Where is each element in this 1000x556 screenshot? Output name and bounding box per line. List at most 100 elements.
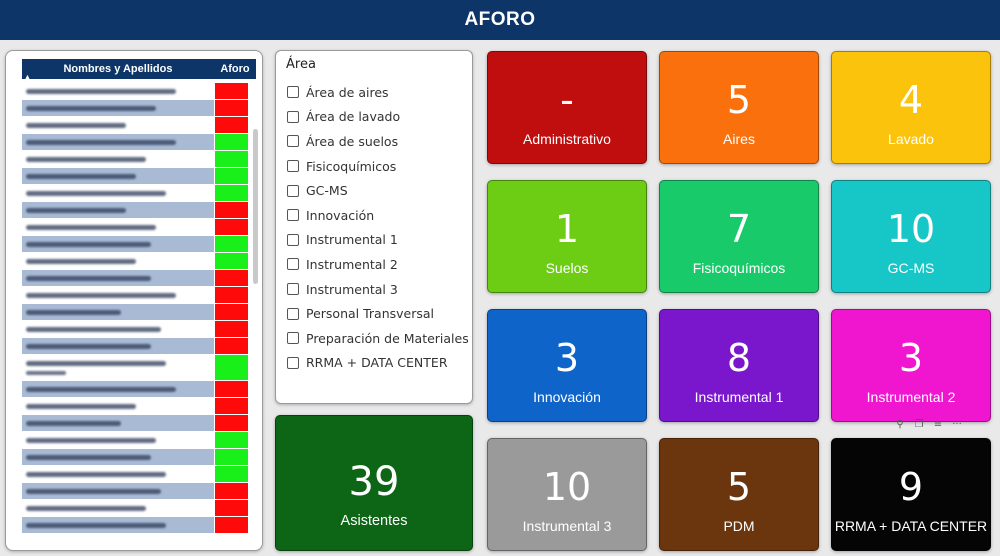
table-row[interactable] xyxy=(22,83,256,100)
aforo-status-cell xyxy=(214,83,248,99)
table-scrollbar[interactable] xyxy=(253,129,258,284)
checkbox[interactable] xyxy=(287,233,299,246)
area-card[interactable]: 10 Instrumental 3 xyxy=(487,438,647,551)
redacted-name-cell xyxy=(22,398,214,414)
redacted-name xyxy=(26,327,161,332)
aforo-status-cell xyxy=(214,415,248,431)
table-row[interactable] xyxy=(22,100,256,117)
table-row[interactable] xyxy=(22,304,256,321)
redacted-name xyxy=(26,123,126,128)
slicer-item[interactable]: Innovación xyxy=(287,203,469,228)
table-row[interactable] xyxy=(22,517,256,534)
checkbox[interactable] xyxy=(287,160,299,173)
page-header: AFORO xyxy=(0,0,1000,40)
slicer-item[interactable]: Instrumental 1 xyxy=(287,228,469,253)
area-card[interactable]: 7 Fisicoquímicos xyxy=(659,180,819,293)
table-row[interactable] xyxy=(22,134,256,151)
area-card-label: GC-MS xyxy=(887,260,935,276)
area-card[interactable]: 1 Suelos xyxy=(487,180,647,293)
slicer-item[interactable]: Preparación de Materiales xyxy=(287,326,469,351)
column-header-name[interactable]: Nombres y Apellidos ▲ xyxy=(22,59,214,81)
redacted-name xyxy=(26,387,176,392)
aforo-status-cell xyxy=(214,151,248,167)
checkbox[interactable] xyxy=(287,209,299,222)
area-card[interactable]: 10 GC-MS xyxy=(831,180,991,293)
table-row[interactable] xyxy=(22,270,256,287)
slicer-item[interactable]: Área de aires xyxy=(287,80,469,105)
checkbox[interactable] xyxy=(287,258,299,271)
redacted-name-cell xyxy=(22,415,214,431)
table-row[interactable] xyxy=(22,117,256,134)
checkbox[interactable] xyxy=(287,332,299,345)
area-card[interactable]: 5 Aires xyxy=(659,51,819,164)
redacted-name-cell xyxy=(22,236,214,252)
checkbox[interactable] xyxy=(287,135,299,148)
table-row[interactable] xyxy=(22,483,256,500)
slicer-item-label: Innovación xyxy=(306,207,375,223)
pin-icon[interactable]: ⚲ xyxy=(894,419,906,430)
table-row[interactable] xyxy=(22,321,256,338)
asistentes-card: 39 Asistentes xyxy=(275,415,473,551)
checkbox[interactable] xyxy=(287,86,299,99)
slicer-item[interactable]: Área de suelos xyxy=(287,129,469,154)
aforo-status-cell xyxy=(214,117,248,133)
table-row[interactable] xyxy=(22,185,256,202)
filter-icon[interactable]: ≡ xyxy=(932,419,944,430)
area-card[interactable]: 3 Innovación xyxy=(487,309,647,422)
more-options-icon[interactable]: ··· xyxy=(951,419,963,430)
table-row[interactable] xyxy=(22,236,256,253)
slicer-item-label: Instrumental 1 xyxy=(306,232,398,248)
slicer-item-label: Instrumental 2 xyxy=(306,256,398,272)
table-row[interactable] xyxy=(22,466,256,483)
area-card[interactable]: 8 Instrumental 1 xyxy=(659,309,819,422)
area-card[interactable]: - Administrativo xyxy=(487,51,647,164)
table-row[interactable] xyxy=(22,355,256,381)
page-title: AFORO xyxy=(464,9,536,30)
table-row[interactable] xyxy=(22,500,256,517)
slicer-item[interactable]: Instrumental 3 xyxy=(287,277,469,302)
slicer-item-label: Personal Transversal xyxy=(306,306,435,322)
redacted-name xyxy=(26,455,151,460)
table-row[interactable] xyxy=(22,338,256,355)
checkbox[interactable] xyxy=(287,307,299,320)
copy-icon[interactable]: ❐ xyxy=(913,419,925,430)
table-row[interactable] xyxy=(22,415,256,432)
slicer-item[interactable]: Personal Transversal xyxy=(287,301,469,326)
checkbox[interactable] xyxy=(287,356,299,369)
area-card[interactable]: 4 Lavado xyxy=(831,51,991,164)
table-row[interactable] xyxy=(22,202,256,219)
table-row[interactable] xyxy=(22,151,256,168)
redacted-name-cell xyxy=(22,117,214,133)
slicer-item[interactable]: RRMA + DATA CENTER xyxy=(287,351,469,376)
table-row[interactable] xyxy=(22,398,256,415)
checkbox[interactable] xyxy=(287,110,299,123)
table-row[interactable] xyxy=(22,381,256,398)
table-row[interactable] xyxy=(22,168,256,185)
redacted-name xyxy=(26,421,121,426)
slicer-item[interactable]: GC-MS xyxy=(287,178,469,203)
table-row[interactable] xyxy=(22,287,256,304)
area-card[interactable]: 9 RRMA + DATA CENTER xyxy=(831,438,991,551)
area-card-label: Suelos xyxy=(545,260,589,276)
redacted-name xyxy=(26,174,136,179)
slicer-item-label: Área de suelos xyxy=(306,133,399,149)
table-row[interactable] xyxy=(22,219,256,236)
table-row[interactable] xyxy=(22,253,256,270)
slicer-item[interactable]: Fisicoquímicos xyxy=(287,154,469,179)
table-row[interactable] xyxy=(22,432,256,449)
checkbox[interactable] xyxy=(287,184,299,197)
aforo-status-cell xyxy=(214,432,248,448)
column-header-aforo[interactable]: Aforo xyxy=(214,59,256,79)
aforo-status-cell xyxy=(214,270,248,286)
area-card[interactable]: 5 PDM xyxy=(659,438,819,551)
redacted-name-cell xyxy=(22,466,214,482)
sort-ascending-icon[interactable]: ▲ xyxy=(24,74,31,81)
table-row[interactable] xyxy=(22,449,256,466)
area-card-value: 4 xyxy=(898,78,924,122)
slicer-item[interactable]: Instrumental 2 xyxy=(287,252,469,277)
redacted-name-cell xyxy=(22,151,214,167)
area-card-value: 9 xyxy=(898,465,924,509)
slicer-item[interactable]: Área de lavado xyxy=(287,105,469,130)
checkbox[interactable] xyxy=(287,283,299,296)
area-card[interactable]: 3 Instrumental 2 xyxy=(831,309,991,422)
